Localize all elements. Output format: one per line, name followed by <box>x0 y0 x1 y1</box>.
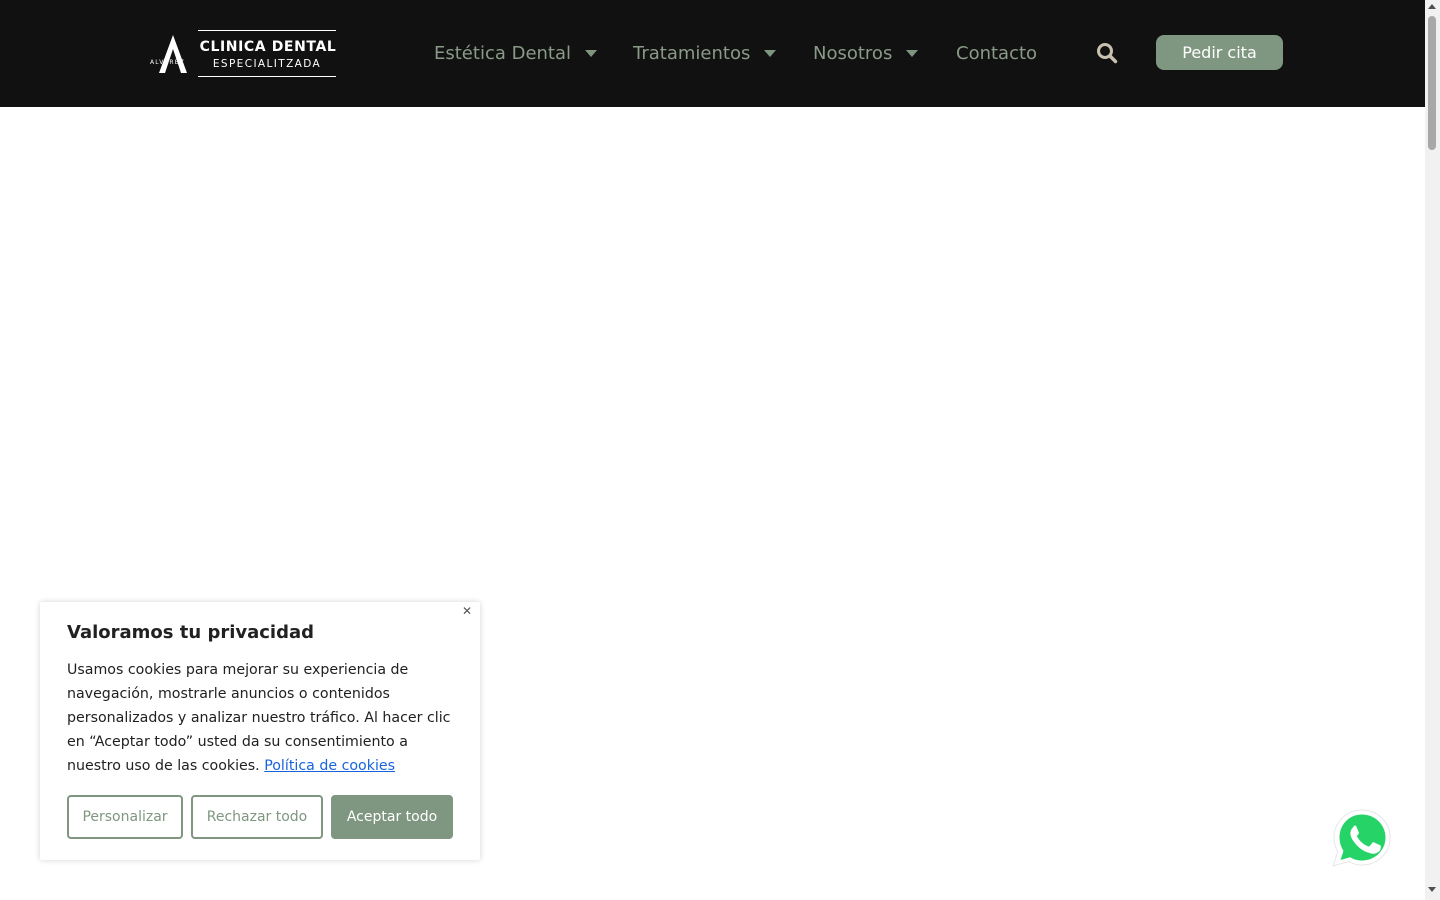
logo-top-rule <box>198 30 336 31</box>
pedir-cita-button[interactable]: Pedir cita <box>1156 35 1283 70</box>
logo-bottom-rule <box>198 76 336 77</box>
nav-item-nosotros[interactable]: Nosotros <box>813 40 919 66</box>
cookie-policy-link[interactable]: Política de cookies <box>264 758 395 774</box>
nav-item-contacto[interactable]: Contacto <box>956 40 1037 66</box>
nav-item-label: Tratamientos <box>633 42 751 64</box>
cookie-consent-banner: ✕ Valoramos tu privacidad Usamos cookies… <box>40 602 480 860</box>
nav-item-estetica-dental[interactable]: Estética Dental <box>434 40 598 66</box>
nav-item-label: Nosotros <box>813 42 893 64</box>
caret-down-icon <box>764 49 777 57</box>
scroll-up-arrow-icon[interactable] <box>1428 4 1436 9</box>
scroll-thumb[interactable] <box>1428 16 1436 150</box>
logo-vertical-text: ALVAREZ <box>150 59 186 66</box>
logo-subtitle: ESPECIALITZADA <box>212 58 322 70</box>
nav-item-label: Estética Dental <box>434 42 572 64</box>
customize-cookies-button[interactable]: Personalizar <box>67 795 183 839</box>
page: ALVAREZ CLINICA DENTAL ESPECIALITZADA Es… <box>0 0 1440 900</box>
logo-a-mark-icon <box>159 35 187 73</box>
search-icon <box>1097 43 1118 64</box>
close-icon[interactable]: ✕ <box>458 602 476 620</box>
nav-item-label: Contacto <box>956 42 1038 64</box>
search-button[interactable] <box>1095 41 1119 65</box>
caret-down-icon <box>585 49 598 57</box>
logo-text: CLINICA DENTAL ESPECIALITZADA <box>198 29 338 77</box>
cookie-banner-text: Usamos cookies para mejorar su experienc… <box>67 658 459 778</box>
nav-item-tratamientos[interactable]: Tratamientos <box>633 40 777 66</box>
page-scrollbar[interactable] <box>1425 0 1440 900</box>
cookie-banner-title: Valoramos tu privacidad <box>67 622 315 643</box>
whatsapp-button[interactable] <box>1330 806 1394 870</box>
accept-all-button[interactable]: Aceptar todo <box>331 795 453 839</box>
caret-down-icon <box>906 49 919 57</box>
reject-all-button[interactable]: Rechazar todo <box>191 795 323 839</box>
whatsapp-icon <box>1332 809 1391 867</box>
site-header: ALVAREZ CLINICA DENTAL ESPECIALITZADA Es… <box>0 0 1425 107</box>
logo-name: CLINICA DENTAL <box>199 39 337 55</box>
scroll-down-arrow-icon[interactable] <box>1428 887 1436 892</box>
clinic-logo[interactable]: ALVAREZ CLINICA DENTAL ESPECIALITZADA <box>150 29 340 79</box>
